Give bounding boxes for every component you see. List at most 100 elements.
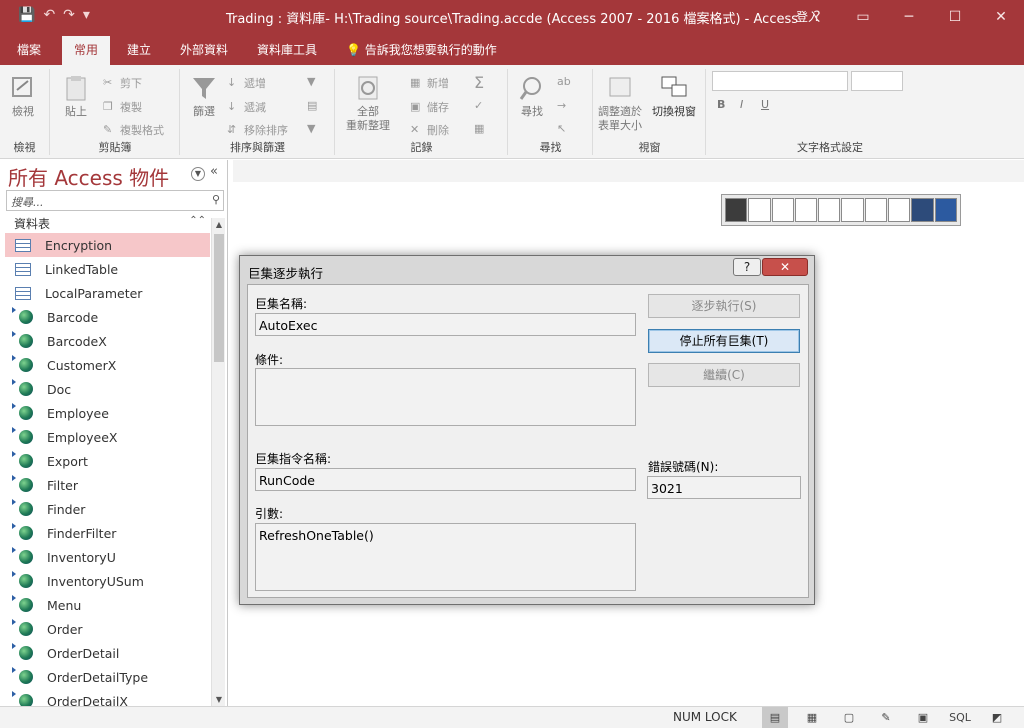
- nav-item[interactable]: Filter: [5, 473, 210, 497]
- nav-item[interactable]: OrderDetailType: [5, 665, 210, 689]
- collapse-pane-icon[interactable]: «: [210, 164, 218, 179]
- nav-item-label: LinkedTable: [45, 261, 119, 277]
- nav-menu-icon[interactable]: ▼: [191, 167, 205, 181]
- nav-scrollbar[interactable]: ▲ ▼: [211, 218, 225, 706]
- nav-item[interactable]: FinderFilter: [5, 521, 210, 545]
- continue-button[interactable]: 繼續(C): [648, 363, 800, 387]
- nav-item[interactable]: Menu: [5, 593, 210, 617]
- nav-item[interactable]: CustomerX: [5, 353, 210, 377]
- tab-external-data[interactable]: 外部資料: [180, 41, 228, 58]
- maximize-icon[interactable]: ☐: [932, 0, 978, 33]
- dialog-help-button[interactable]: ?: [733, 258, 761, 276]
- pivot-view-icon[interactable]: ▣: [910, 707, 936, 728]
- design-view-alt-icon[interactable]: ◩: [984, 707, 1010, 728]
- italic-button[interactable]: I: [740, 98, 743, 111]
- toolbar-button[interactable]: [888, 198, 911, 222]
- selection-button[interactable]: ▼: [307, 75, 321, 89]
- select-button[interactable]: ↖: [557, 122, 566, 135]
- font-size-select[interactable]: [851, 71, 903, 91]
- error-number-label: 錯誤號碼(N):: [648, 460, 719, 474]
- help-icon[interactable]: ?: [794, 0, 840, 33]
- toggle-filter-button[interactable]: ▼: [307, 122, 321, 136]
- refresh-all-button[interactable]: 全部 重新整理: [346, 73, 390, 133]
- nav-item[interactable]: Export: [5, 449, 210, 473]
- minimize-icon[interactable]: ─: [886, 0, 932, 33]
- nav-item[interactable]: OrderDetail: [5, 641, 210, 665]
- help-bubble-icon[interactable]: [911, 198, 934, 222]
- nav-title[interactable]: 所有 Access 物件: [8, 162, 169, 191]
- new-record-button[interactable]: ▦ 新增: [410, 75, 449, 91]
- goto-button[interactable]: →: [557, 99, 566, 112]
- filter-button[interactable]: 篩選: [189, 73, 219, 119]
- tab-file[interactable]: 檔案: [17, 41, 41, 58]
- section-header-tables[interactable]: 資料表 ⌃⌃: [14, 215, 206, 232]
- nav-item[interactable]: EmployeeX: [5, 425, 210, 449]
- scroll-down-icon[interactable]: ▼: [212, 695, 226, 704]
- font-name-select[interactable]: [712, 71, 848, 91]
- dialog-close-button[interactable]: ✕: [762, 258, 808, 276]
- form-view-icon[interactable]: ▤: [762, 707, 788, 728]
- nav-item[interactable]: BarcodeX: [5, 329, 210, 353]
- spelling-button[interactable]: ✓: [474, 99, 483, 112]
- remove-sort-button[interactable]: ⇵ 移除排序: [227, 122, 288, 138]
- ribbon-display-icon[interactable]: ▭: [840, 0, 886, 33]
- nav-item[interactable]: Doc: [5, 377, 210, 401]
- save-record-button[interactable]: ▣ 儲存: [410, 99, 449, 115]
- sort-descending-button[interactable]: ↓ 遞減: [227, 99, 266, 115]
- ribbon-tabs: 檔案 常用 建立 外部資料 資料庫工具 💡 告訴我您想要執行的動作: [0, 33, 1024, 65]
- sql-view-icon[interactable]: SQL: [947, 707, 973, 728]
- collapse-section-icon[interactable]: ⌃⌃: [189, 215, 206, 226]
- save-record-icon: ▣: [410, 100, 421, 113]
- advanced-button[interactable]: ▤: [307, 99, 321, 113]
- cut-button[interactable]: ✂ 剪下: [103, 75, 142, 91]
- switch-windows-icon: [661, 76, 687, 97]
- design-view-icon[interactable]: ✎: [873, 707, 899, 728]
- copy-button[interactable]: ❐ 複製: [103, 99, 142, 115]
- nav-item[interactable]: InventoryU: [5, 545, 210, 569]
- bold-button[interactable]: B: [717, 98, 725, 111]
- format-painter-button[interactable]: ✎ 複製格式: [103, 122, 164, 138]
- close-icon[interactable]: ✕: [978, 0, 1024, 33]
- tab-create[interactable]: 建立: [127, 41, 151, 58]
- tab-database-tools[interactable]: 資料庫工具: [257, 41, 317, 58]
- toolbar-button[interactable]: [748, 198, 771, 222]
- toolbar-button[interactable]: [864, 198, 888, 222]
- toolbar-button[interactable]: [771, 198, 794, 222]
- datasheet-view-icon[interactable]: ▦: [799, 707, 825, 728]
- linked-table-icon: [12, 475, 33, 492]
- filter-label: 篩選: [193, 105, 215, 118]
- delete-record-button[interactable]: ✕ 刪除: [410, 122, 449, 138]
- nav-item[interactable]: LocalParameter: [5, 281, 210, 305]
- scroll-thumb[interactable]: [214, 234, 224, 362]
- nav-item[interactable]: Finder: [5, 497, 210, 521]
- stop-all-macros-button[interactable]: 停止所有巨集(T): [648, 329, 800, 353]
- sort-ascending-button[interactable]: ↓ 遞增: [227, 75, 266, 91]
- nav-item[interactable]: InventoryUSum: [5, 569, 210, 593]
- nav-item[interactable]: Employee: [5, 401, 210, 425]
- more-button[interactable]: ▦: [474, 122, 484, 135]
- paste-button[interactable]: 貼上: [61, 73, 91, 119]
- layout-view-icon[interactable]: ▢: [836, 707, 862, 728]
- tell-me-box[interactable]: 💡 告訴我您想要執行的動作: [346, 41, 497, 58]
- toolbar-button[interactable]: [794, 198, 818, 222]
- nav-item[interactable]: Barcode: [5, 305, 210, 329]
- tab-home[interactable]: 常用: [62, 36, 111, 65]
- nav-search-input[interactable]: 搜尋... ⚲: [6, 190, 224, 211]
- calendar-icon[interactable]: [934, 198, 957, 222]
- nav-item[interactable]: LinkedTable: [5, 257, 210, 281]
- size-to-fit-button[interactable]: 調整適於 表單大小: [598, 73, 642, 133]
- toolbar-button[interactable]: [841, 198, 864, 222]
- switch-windows-button[interactable]: 切換視窗: [652, 73, 696, 119]
- nav-item[interactable]: Order: [5, 617, 210, 641]
- view-button[interactable]: 檢視: [8, 73, 38, 119]
- step-button[interactable]: 逐步執行(S): [648, 294, 800, 318]
- underline-button[interactable]: U: [761, 98, 769, 111]
- toolbar-grip-icon[interactable]: [725, 198, 748, 222]
- scroll-up-icon[interactable]: ▲: [212, 220, 226, 229]
- nav-item[interactable]: Encryption: [5, 233, 210, 257]
- replace-button[interactable]: ab: [557, 75, 571, 88]
- totals-button[interactable]: Σ: [474, 73, 484, 92]
- search-icon[interactable]: ⚲: [212, 193, 220, 206]
- toolbar-button[interactable]: [818, 198, 841, 222]
- find-button[interactable]: 尋找: [517, 73, 547, 119]
